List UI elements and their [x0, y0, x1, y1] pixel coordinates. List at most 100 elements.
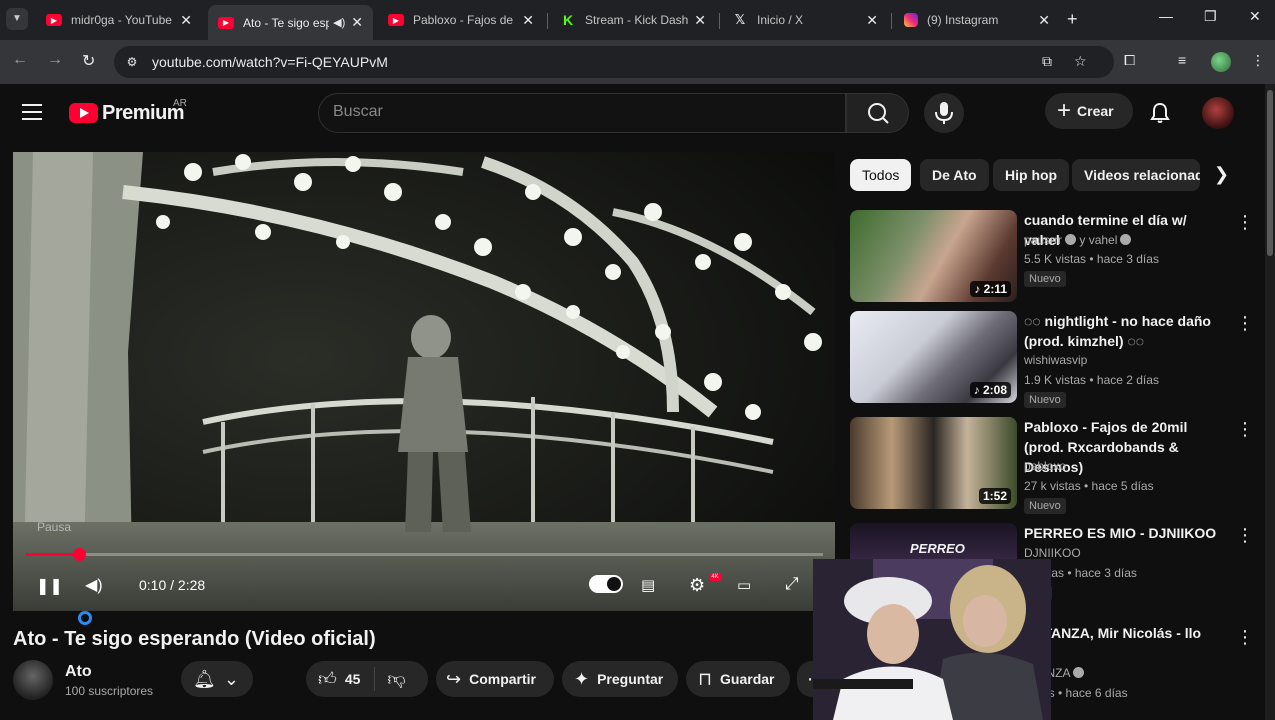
channel-avatar[interactable] — [13, 660, 53, 700]
more-vert-icon[interactable]: ⋮ — [1236, 525, 1254, 546]
verified-icon — [1065, 234, 1077, 245]
tab-title: Inicio / X — [757, 13, 804, 27]
url-text[interactable]: youtube.com/watch?v=Fi-QEYAUPvM — [152, 54, 388, 70]
more-vert-icon[interactable]: ⋮ — [1236, 627, 1254, 648]
reco-channel[interactable]: pausrrr y vahel — [1024, 233, 1132, 247]
close-icon[interactable]: ✕ — [866, 12, 878, 29]
speaker-icon[interactable]: ◀) — [333, 16, 345, 29]
browser-menu-icon[interactable]: ⋮ — [1251, 52, 1265, 69]
reco-channel-extra[interactable]: y vahel — [1079, 233, 1117, 247]
pause-icon[interactable]: ❚❚ — [36, 576, 63, 596]
fullscreen-icon[interactable]: ⤢ — [785, 574, 799, 594]
notifications-bell-icon[interactable] — [1148, 101, 1172, 125]
more-vert-icon[interactable]: ⋮ — [1236, 313, 1254, 334]
close-icon[interactable]: ✕ — [351, 14, 363, 31]
reco-channel-name[interactable]: pausrrr — [1024, 233, 1062, 247]
chevron-right-icon[interactable]: ❯ — [1214, 164, 1229, 185]
channel-name[interactable]: Ato — [65, 663, 92, 681]
account-avatar[interactable] — [1202, 97, 1234, 129]
tab-kick[interactable]: K Stream - Kick Dashbo ✕ — [550, 6, 716, 34]
subtitles-icon[interactable]: ▤ — [641, 576, 655, 594]
chip-videos-relacionados[interactable]: Videos relacionad — [1072, 159, 1200, 191]
menu-icon[interactable] — [22, 104, 42, 120]
page-scrollbar[interactable] — [1265, 84, 1275, 720]
video-thumbnail[interactable]: 1:52 — [850, 417, 1017, 509]
dislike-icon[interactable]: 👎︎ — [387, 668, 405, 690]
like-count[interactable]: 45 — [345, 671, 361, 687]
back-icon[interactable]: ← — [12, 51, 28, 69]
voice-search-button[interactable] — [924, 93, 964, 133]
install-app-icon[interactable]: ⧉ — [1042, 53, 1052, 70]
reload-icon[interactable]: ↻ — [82, 51, 95, 71]
new-badge: Nuevo — [1024, 271, 1066, 287]
media-control-icon[interactable]: ≡ — [1178, 52, 1186, 68]
tab-title: Pabloxo - Fajos de 20 — [413, 13, 516, 27]
more-vert-icon[interactable]: ⋮ — [1236, 212, 1254, 233]
like-icon[interactable]: 👍︎ — [318, 668, 337, 690]
chip-todos[interactable]: Todos — [850, 159, 912, 191]
duration-badge: ♪ 2:08 — [969, 382, 1011, 398]
tab-title: midr0ga - YouTube — [71, 13, 172, 27]
recommendation-item[interactable]: 1:52 Pabloxo - Fajos de 20mil (prod. Rxc… — [850, 417, 1254, 517]
save-button[interactable]: ⊓ Guardar — [686, 661, 790, 697]
reco-channel[interactable]: pabloxo — [1024, 459, 1066, 473]
recommendation-item[interactable]: ♪ 2:08 ◌◌ nightlight - no hace daño (pro… — [850, 311, 1254, 411]
video-thumbnail[interactable]: ♪ 2:11 — [850, 210, 1017, 302]
youtube-brand[interactable]: Premium — [102, 102, 185, 125]
tab-instagram[interactable]: (9) Instagram ✕ — [894, 6, 1060, 34]
tab-ato[interactable]: ▶ Ato - Te sigo esp ◀) ✕ — [208, 5, 373, 40]
reco-title[interactable]: NSTANZA, Mir Nicolás - llo — [1024, 623, 1224, 643]
verified-icon — [1073, 667, 1085, 678]
search-input[interactable] — [333, 103, 813, 121]
settings-gear-icon[interactable]: ⚙ — [689, 575, 705, 596]
quality-badge: 4K — [709, 573, 721, 581]
miniplayer-icon[interactable]: ▭ — [737, 576, 751, 594]
reco-channel[interactable]: wishiwasvip — [1024, 353, 1087, 367]
chip-de-ato[interactable]: De Ato — [920, 159, 989, 191]
address-bar[interactable]: ⚙ youtube.com/watch?v=Fi-QEYAUPvM ⧉ ☆ — [114, 46, 1114, 78]
more-vert-icon[interactable]: ⋮ — [1236, 419, 1254, 440]
notification-bell-button[interactable]: 🔔︎ ⌄ — [181, 661, 253, 697]
new-tab-button[interactable]: + — [1067, 9, 1078, 30]
share-label: Compartir — [469, 671, 536, 687]
bookmark-star-icon[interactable]: ☆ — [1074, 53, 1087, 70]
close-icon[interactable]: ✕ — [694, 12, 706, 29]
restore-icon[interactable]: ❐ — [1204, 8, 1217, 25]
video-thumbnail[interactable]: ♪ 2:08 — [850, 311, 1017, 403]
tab-midr0ga[interactable]: ▶ midr0ga - YouTube ✕ — [36, 6, 202, 34]
save-label: Guardar — [720, 671, 775, 687]
reco-channel[interactable]: DJNIIKOO — [1024, 546, 1081, 560]
duration-badge: ♪ 2:11 — [970, 281, 1011, 297]
thumbnail-text: PERREO — [910, 541, 965, 556]
volume-icon[interactable]: ◀) — [85, 575, 103, 595]
site-info-icon[interactable]: ⚙ — [122, 52, 142, 72]
create-button[interactable]: + Crear — [1045, 93, 1133, 129]
instagram-icon — [904, 13, 918, 27]
window-close-icon[interactable]: ✕ — [1249, 8, 1261, 25]
autoplay-toggle[interactable] — [589, 575, 623, 593]
recommendation-item[interactable]: ♪ 2:11 cuando termine el día w/ vahel pa… — [850, 210, 1254, 310]
forward-icon[interactable]: → — [47, 51, 63, 69]
tab-x[interactable]: 𝕏 Inicio / X ✕ — [722, 6, 888, 34]
tab-pabloxo[interactable]: ▶ Pabloxo - Fajos de 20 ✕ — [378, 6, 544, 34]
close-icon[interactable]: ✕ — [522, 12, 534, 29]
tab-search-icon[interactable]: ▼ — [6, 8, 28, 30]
tab-title: Stream - Kick Dashbo — [585, 13, 689, 27]
progress-bar[interactable] — [25, 548, 823, 561]
minimize-icon[interactable]: — — [1159, 8, 1173, 24]
close-icon[interactable]: ✕ — [180, 12, 192, 29]
youtube-logo-icon[interactable] — [69, 103, 98, 123]
share-button[interactable]: ↪ Compartir — [436, 661, 554, 697]
scrollbar-thumb[interactable] — [1267, 90, 1273, 256]
browser-profile-avatar[interactable] — [1211, 52, 1231, 72]
reco-title[interactable]: ◌◌ nightlight - no hace daño (prod. kimz… — [1024, 311, 1224, 351]
video-player[interactable]: Pausa ❚❚ ◀) 0:10 / 2:28 ▤ ⚙ 4K ▭ ⤢ — [13, 152, 835, 611]
country-code: AR — [173, 98, 187, 109]
extensions-icon[interactable]: ⧠ — [1124, 52, 1135, 69]
search-button[interactable] — [846, 93, 909, 133]
tab-separator — [547, 13, 548, 29]
chip-hip-hop[interactable]: Hip hop — [993, 159, 1070, 191]
close-icon[interactable]: ✕ — [1038, 12, 1050, 29]
reco-title[interactable]: PERREO ES MIO - DJNIIKOO — [1024, 523, 1224, 543]
ask-button[interactable]: ✦ Preguntar — [562, 661, 678, 697]
